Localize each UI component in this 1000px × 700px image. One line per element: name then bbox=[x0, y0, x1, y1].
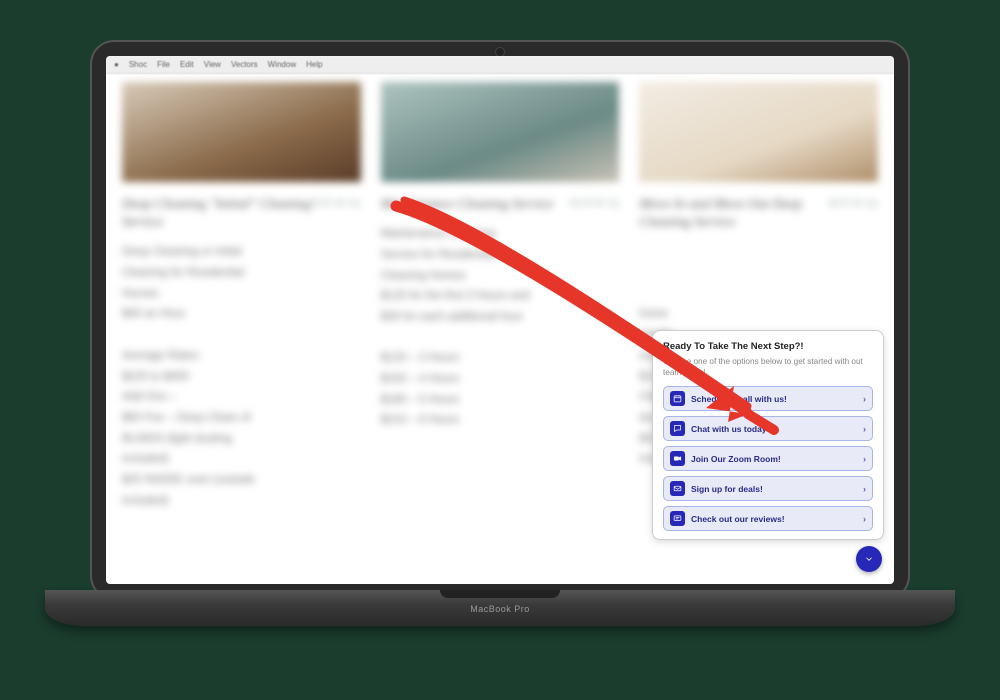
review-icon bbox=[670, 511, 685, 526]
menubar-item[interactable]: Help bbox=[306, 60, 322, 69]
chat-icon bbox=[670, 421, 685, 436]
option-label: Sign up for deals! bbox=[691, 484, 763, 494]
service-card: $120 & Up Maintenance Cleaning Service Ma… bbox=[381, 82, 620, 576]
chat-fab-button[interactable] bbox=[856, 546, 882, 572]
price-tag: $225 & Up bbox=[311, 196, 361, 210]
chevron-right-icon: › bbox=[863, 424, 866, 434]
popup-option-schedule[interactable]: Schedule a call with us! › bbox=[663, 386, 873, 411]
option-label: Chat with us today! bbox=[691, 424, 769, 434]
laptop-camera bbox=[496, 48, 504, 56]
laptop-frame: ● Shoc File Edit View Vectors Window Hel… bbox=[90, 40, 910, 600]
service-card: $225 & UpDeep Cleaning "Initial" Cleanin… bbox=[122, 82, 361, 576]
popup-subtitle: Choose one of the options below to get s… bbox=[663, 356, 873, 378]
service-title: Maintenance Cleaning Service bbox=[381, 197, 554, 212]
calendar-icon bbox=[670, 391, 685, 406]
chevron-right-icon: › bbox=[863, 454, 866, 464]
menubar-item[interactable]: Shoc bbox=[129, 60, 147, 69]
option-label: Join Our Zoom Room! bbox=[691, 454, 781, 464]
chevron-right-icon: › bbox=[863, 484, 866, 494]
chevron-right-icon: › bbox=[863, 394, 866, 404]
popup-option-deals[interactable]: Sign up for deals! › bbox=[663, 476, 873, 501]
laptop-brand-label: MacBook Pro bbox=[470, 604, 530, 614]
option-label: Check out our reviews! bbox=[691, 514, 785, 524]
service-body: Maintenance Cleaning Service for Residen… bbox=[381, 224, 620, 431]
apple-menu-icon[interactable]: ● bbox=[114, 60, 119, 69]
video-icon bbox=[670, 451, 685, 466]
menubar-item[interactable]: View bbox=[204, 60, 221, 69]
popup-option-zoom[interactable]: Join Our Zoom Room! › bbox=[663, 446, 873, 471]
menubar-item[interactable]: Vectors bbox=[231, 60, 258, 69]
menubar-item[interactable]: Window bbox=[268, 60, 296, 69]
laptop-screen: ● Shoc File Edit View Vectors Window Hel… bbox=[106, 56, 894, 584]
service-title: Move In and Move Out Deep Cleaning Servi… bbox=[639, 197, 802, 230]
popup-title: Ready To Take The Next Step?! bbox=[663, 341, 873, 352]
chevron-down-icon bbox=[864, 554, 874, 564]
mail-icon bbox=[670, 481, 685, 496]
price-tag: $120 & Up bbox=[570, 196, 620, 210]
popup-option-reviews[interactable]: Check out our reviews! › bbox=[663, 506, 873, 531]
service-title: Deep Cleaning "Initial" Cleaning Service bbox=[122, 197, 311, 230]
service-thumbnail bbox=[381, 82, 620, 182]
cta-popup: Ready To Take The Next Step?! Choose one… bbox=[652, 330, 884, 540]
macos-menubar: ● Shoc File Edit View Vectors Window Hel… bbox=[106, 56, 894, 74]
price-tag: $225 & Up bbox=[829, 196, 879, 210]
menubar-item[interactable]: File bbox=[157, 60, 170, 69]
service-thumbnail bbox=[122, 82, 361, 182]
popup-option-chat[interactable]: Chat with us today! › bbox=[663, 416, 873, 441]
service-thumbnail bbox=[639, 82, 878, 182]
laptop-base: MacBook Pro bbox=[45, 590, 955, 626]
service-body: Deep Cleaning or Initial Cleaning for Re… bbox=[122, 242, 361, 511]
chevron-right-icon: › bbox=[863, 514, 866, 524]
menubar-item[interactable]: Edit bbox=[180, 60, 194, 69]
option-label: Schedule a call with us! bbox=[691, 394, 787, 404]
